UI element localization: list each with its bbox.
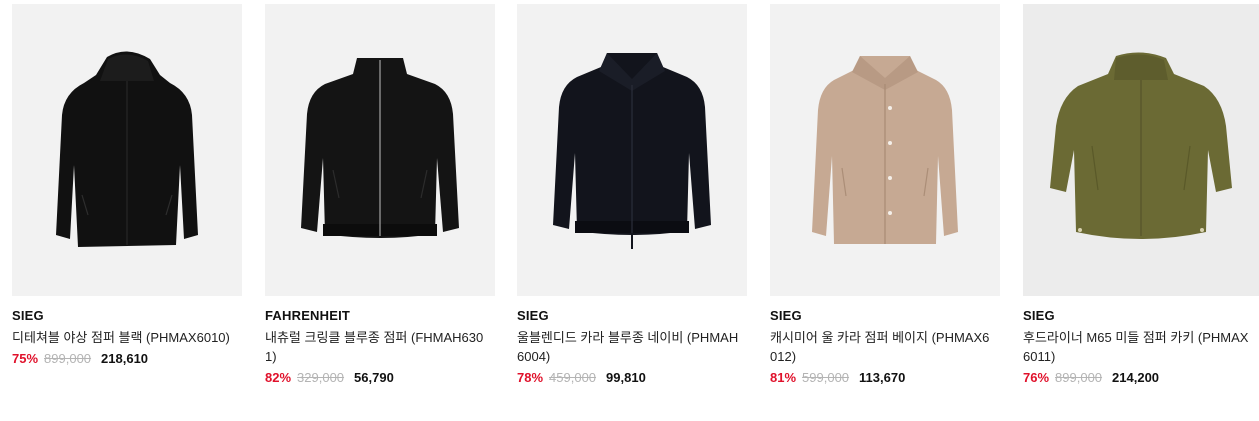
original-price: 599,000 xyxy=(802,370,850,385)
product-image[interactable] xyxy=(12,4,242,296)
m65-hooded-jacket-icon xyxy=(1050,52,1232,239)
product-brand: SIEG xyxy=(12,308,44,323)
product-card[interactable]: SIEG 디테쳐블 야상 점퍼 블랙 (PHMAX6010) 75% 899,0… xyxy=(12,4,242,368)
product-title[interactable]: 캐시미어 울 카라 점퍼 베이지 (PHMAX6012) xyxy=(770,328,1000,366)
original-price: 459,000 xyxy=(549,370,597,385)
product-image[interactable] xyxy=(265,4,495,296)
price-row: 76% 899,000 214,200 xyxy=(1023,369,1259,387)
product-title[interactable]: 내츄럴 크링클 블루종 점퍼 (FHMAH6301) xyxy=(265,328,495,366)
product-card[interactable]: SIEG 캐시미어 울 카라 점퍼 베이지 (PHMAX6012) 81% 59… xyxy=(770,4,1000,387)
sale-price: 99,810 xyxy=(606,370,646,385)
product-title[interactable]: 디테쳐블 야상 점퍼 블랙 (PHMAX6010) xyxy=(12,328,242,347)
blouson-jacket-icon xyxy=(301,58,459,238)
sale-price: 113,670 xyxy=(859,370,906,385)
discount-rate: 81% xyxy=(770,370,797,385)
original-price: 329,000 xyxy=(297,370,345,385)
product-brand: SIEG xyxy=(1023,308,1055,323)
sale-price: 56,790 xyxy=(354,370,394,385)
discount-rate: 82% xyxy=(265,370,292,385)
discount-rate: 78% xyxy=(517,370,544,385)
price-row: 78% 459,000 99,810 xyxy=(517,369,747,387)
product-card[interactable]: FAHRENHEIT 내츄럴 크링클 블루종 점퍼 (FHMAH6301) 82… xyxy=(265,4,495,387)
original-price: 899,000 xyxy=(44,351,92,366)
collar-blouson-icon xyxy=(553,53,711,249)
coach-jacket-icon xyxy=(812,55,958,244)
product-image[interactable] xyxy=(517,4,747,296)
product-title[interactable]: 울블렌디드 카라 블루종 네이비 (PHMAH6004) xyxy=(517,328,747,366)
discount-rate: 76% xyxy=(1023,370,1050,385)
discount-rate: 75% xyxy=(12,351,39,366)
product-brand: FAHRENHEIT xyxy=(265,308,351,323)
original-price: 899,000 xyxy=(1055,370,1103,385)
sale-price: 218,610 xyxy=(101,351,149,366)
product-grid: SIEG 디테쳐블 야상 점퍼 블랙 (PHMAX6010) 75% 899,0… xyxy=(0,0,1259,421)
product-card[interactable]: SIEG 후드라이너 M65 미들 점퍼 카키 (PHMAX6011) 76% … xyxy=(1023,4,1259,387)
product-brand: SIEG xyxy=(517,308,549,323)
price-row: 81% 599,000 113,670 xyxy=(770,369,1000,387)
product-image[interactable] xyxy=(1023,4,1259,296)
product-brand: SIEG xyxy=(770,308,802,323)
hooded-parka-icon xyxy=(56,51,198,247)
price-row: 82% 329,000 56,790 xyxy=(265,369,495,387)
sale-price: 214,200 xyxy=(1112,370,1160,385)
product-title[interactable]: 후드라이너 M65 미들 점퍼 카키 (PHMAX6011) xyxy=(1023,328,1259,366)
product-image[interactable] xyxy=(770,4,1000,296)
product-card[interactable]: SIEG 울블렌디드 카라 블루종 네이비 (PHMAH6004) 78% 45… xyxy=(517,4,747,387)
price-row: 75% 899,000 218,610 xyxy=(12,350,242,368)
